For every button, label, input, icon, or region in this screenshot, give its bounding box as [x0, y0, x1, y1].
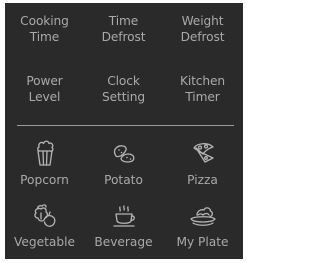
button-label-line2: Level — [28, 90, 61, 104]
vegetable-icon — [33, 204, 55, 227]
button-label-line2: Timer — [185, 90, 220, 104]
button-label-line1: Cooking — [20, 14, 69, 28]
pizza-icon — [192, 143, 214, 163]
beverage-icon — [112, 205, 135, 227]
potato-button[interactable]: Potato — [84, 138, 163, 188]
clock-setting-button[interactable]: Clock Setting — [84, 73, 163, 105]
button-label-line2: Defrost — [180, 30, 225, 44]
button-label-line1: Clock — [107, 74, 140, 88]
food-label: Pizza — [187, 173, 218, 187]
food-label: Vegetable — [14, 235, 75, 249]
button-label-line2: Setting — [102, 90, 145, 104]
food-label: Beverage — [94, 235, 153, 249]
food-label: Popcorn — [20, 173, 69, 187]
popcorn-button[interactable]: Popcorn — [5, 138, 84, 188]
cooking-time-button[interactable]: Cooking Time — [5, 13, 84, 45]
vegetable-button[interactable]: Vegetable — [5, 201, 84, 250]
button-label-line1: Kitchen — [179, 74, 226, 88]
screenshot-frame: Cooking Time Time Defrost Weight Defrost… — [0, 0, 246, 263]
food-label: Potato — [104, 173, 143, 187]
button-label-line2: Defrost — [101, 30, 146, 44]
kitchen-timer-button[interactable]: Kitchen Timer — [163, 73, 242, 105]
pizza-button[interactable]: Pizza — [163, 138, 242, 188]
button-label-line1: Power — [26, 74, 63, 88]
button-label-line2: Time — [29, 30, 60, 44]
potato-icon — [113, 145, 134, 163]
plate-icon — [189, 207, 216, 226]
weight-defrost-button[interactable]: Weight Defrost — [163, 13, 242, 45]
button-label-line1: Time — [108, 14, 139, 28]
food-label: My Plate — [176, 235, 229, 249]
power-level-button[interactable]: Power Level — [5, 73, 84, 105]
section-divider — [17, 125, 234, 126]
button-label-line1: Weight — [181, 14, 224, 28]
time-defrost-button[interactable]: Time Defrost — [84, 13, 163, 45]
microwave-control-panel: Cooking Time Time Defrost Weight Defrost… — [5, 3, 243, 259]
popcorn-icon — [36, 140, 54, 166]
my-plate-button[interactable]: My Plate — [163, 201, 242, 250]
beverage-button[interactable]: Beverage — [84, 201, 163, 250]
